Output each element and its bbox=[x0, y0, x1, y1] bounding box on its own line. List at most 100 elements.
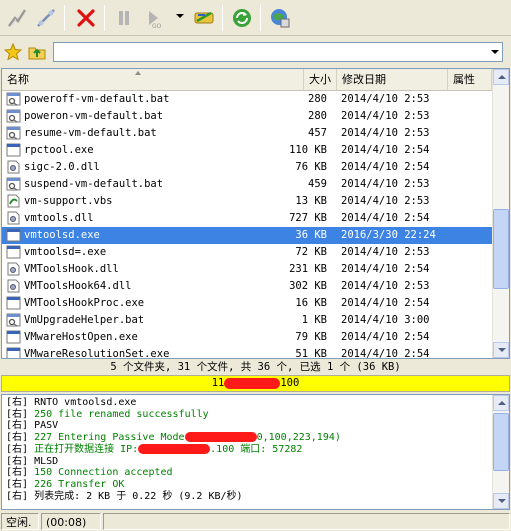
redaction-mark bbox=[138, 443, 211, 454]
elapsed-time: (00:08) bbox=[41, 513, 101, 530]
log-line: [右] 150 Connection accepted bbox=[6, 467, 173, 479]
exe-file-icon bbox=[6, 245, 21, 259]
svg-text:GO: GO bbox=[152, 23, 162, 29]
file-size: 459 bbox=[308, 178, 327, 190]
transfer-icon[interactable] bbox=[190, 4, 218, 32]
file-name: VMToolsHook64.dll bbox=[24, 280, 132, 292]
file-size: 51 KB bbox=[295, 348, 327, 358]
bat-file-icon bbox=[6, 177, 21, 191]
refresh-icon[interactable] bbox=[228, 4, 256, 32]
exe-file-icon bbox=[6, 296, 21, 310]
file-size: 231 KB bbox=[289, 263, 327, 275]
dll-file-icon bbox=[6, 160, 21, 174]
file-row[interactable]: vmtools.dll 727 KB 2014/4/10 2:54 bbox=[2, 210, 492, 227]
column-date[interactable]: 修改日期 bbox=[337, 69, 448, 90]
vbs-file-icon bbox=[6, 194, 21, 208]
file-size: 16 KB bbox=[295, 297, 327, 309]
redaction-mark bbox=[184, 432, 257, 443]
file-date: 2014/4/10 2:54 bbox=[341, 348, 430, 358]
file-row[interactable]: VMwareResolutionSet.exe 51 KB 2014/4/10 2:… bbox=[2, 346, 492, 358]
file-row[interactable]: vmtoolsd=.exe 72 KB 2014/4/10 2:53 bbox=[2, 244, 492, 261]
file-name: vmtoolsd.exe bbox=[24, 229, 100, 241]
connect-icon[interactable] bbox=[3, 4, 31, 32]
file-date: 2014/4/10 2:53 bbox=[341, 110, 430, 122]
connection-state: 空闲. bbox=[1, 513, 39, 530]
column-attr[interactable]: 属性 bbox=[448, 69, 492, 90]
file-row[interactable]: sigc-2.0.dll 76 KB 2014/4/10 2:54 bbox=[2, 159, 492, 176]
file-name: vm-support.vbs bbox=[24, 195, 113, 207]
file-name: VMToolsHookProc.exe bbox=[24, 297, 145, 309]
file-name: poweroff-vm-default.bat bbox=[24, 93, 170, 105]
file-date: 2014/4/10 3:00 bbox=[341, 314, 430, 326]
disconnect-icon[interactable] bbox=[32, 4, 60, 32]
log-line: [右] 227 Entering Passive Mode 0,100,223,1… bbox=[6, 432, 341, 444]
column-name[interactable]: 名称 bbox=[2, 69, 304, 90]
file-row[interactable]: vm-support.vbs 13 KB 2014/4/10 2:53 bbox=[2, 193, 492, 210]
address-bar bbox=[0, 37, 511, 67]
file-date: 2014/4/10 2:53 bbox=[341, 178, 430, 190]
scroll-down-button[interactable] bbox=[493, 493, 509, 509]
file-rows: poweroff-vm-default.bat 280 2014/4/10 2:53… bbox=[2, 91, 492, 358]
file-size: 727 KB bbox=[289, 212, 327, 224]
pause-icon[interactable] bbox=[110, 4, 138, 32]
log-line: [右] MLSD bbox=[6, 455, 59, 467]
scroll-up-button[interactable] bbox=[493, 69, 509, 85]
log-panel: [右] RNTO vmtoolsd.exe [右] 250 file rename… bbox=[1, 394, 510, 510]
file-row[interactable]: VMToolsHook64.dll 302 KB 2014/4/10 2:53 bbox=[2, 278, 492, 295]
file-date: 2014/4/10 2:53 bbox=[341, 127, 430, 139]
chevron-down-icon[interactable] bbox=[491, 50, 499, 54]
file-date: 2014/4/10 2:54 bbox=[341, 161, 430, 173]
scroll-thumb[interactable] bbox=[493, 209, 509, 289]
file-row[interactable]: rpctool.exe 110 KB 2014/4/10 2:54 bbox=[2, 142, 492, 159]
file-date: 2014/4/10 2:53 bbox=[341, 195, 430, 207]
file-date: 2014/4/10 2:53 bbox=[341, 246, 430, 258]
site-icon[interactable] bbox=[266, 4, 294, 32]
stop-icon[interactable] bbox=[72, 4, 100, 32]
log-scrollbar[interactable] bbox=[492, 395, 509, 509]
file-date: 2014/4/10 2:53 bbox=[341, 93, 430, 105]
file-row[interactable]: suspend-vm-default.bat 459 2014/4/10 2:53 bbox=[2, 176, 492, 193]
dll-file-icon bbox=[6, 211, 21, 225]
log-line: [右] 列表完成: 2 KB 于 0.22 秒 (9.2 KB/秒) bbox=[6, 490, 243, 502]
file-date: 2014/4/10 2:54 bbox=[341, 144, 430, 156]
scroll-down-button[interactable] bbox=[493, 342, 509, 358]
file-name: VMwareHostOpen.exe bbox=[24, 331, 138, 343]
status-footer: 空闲. (00:08) bbox=[0, 511, 511, 531]
file-date: 2014/4/10 2:54 bbox=[341, 331, 430, 343]
file-row[interactable]: resume-vm-default.bat 457 2014/4/10 2:53 bbox=[2, 125, 492, 142]
parent-folder-icon[interactable] bbox=[27, 42, 47, 62]
file-name: resume-vm-default.bat bbox=[24, 127, 157, 139]
file-row[interactable]: poweron-vm-default.bat 280 2014/4/10 2:53 bbox=[2, 108, 492, 125]
file-size: 13 KB bbox=[295, 195, 327, 207]
toolbar: GO bbox=[0, 0, 511, 36]
file-row[interactable]: VMToolsHook.dll 231 KB 2014/4/10 2:54 bbox=[2, 261, 492, 278]
exe-file-icon bbox=[6, 143, 21, 157]
file-name: rpctool.exe bbox=[24, 144, 94, 156]
log-line: [右] RNTO vmtoolsd.exe bbox=[6, 397, 137, 408]
file-date: 2014/4/10 2:53 bbox=[341, 280, 430, 292]
file-row[interactable]: vmtoolsd.exe 36 KB 2016/3/30 22:24 bbox=[2, 227, 492, 244]
transfer-status-bar: 11 100 bbox=[1, 375, 510, 392]
scroll-thumb[interactable] bbox=[493, 413, 509, 471]
file-size: 72 KB bbox=[295, 246, 327, 258]
bat-file-icon bbox=[6, 109, 21, 123]
chevron-down-icon[interactable] bbox=[176, 14, 184, 18]
file-row[interactable]: VMwareHostOpen.exe 79 KB 2014/4/10 2:54 bbox=[2, 329, 492, 346]
file-row[interactable]: poweroff-vm-default.bat 280 2014/4/10 2:53 bbox=[2, 91, 492, 108]
file-row[interactable]: VMToolsHookProc.exe 16 KB 2014/4/10 2:54 bbox=[2, 295, 492, 312]
file-list-scrollbar[interactable] bbox=[492, 69, 509, 358]
exe-file-icon bbox=[6, 228, 21, 242]
favorite-star-icon[interactable] bbox=[3, 42, 23, 61]
exe-file-icon bbox=[6, 330, 21, 344]
column-size[interactable]: 大小 bbox=[304, 69, 337, 90]
log-line: [右] PASV bbox=[6, 420, 59, 432]
skip-icon[interactable]: GO bbox=[140, 4, 168, 32]
file-date: 2014/4/10 2:54 bbox=[341, 263, 430, 275]
file-date: 2016/3/30 22:24 bbox=[341, 229, 436, 241]
file-size: 36 KB bbox=[295, 229, 327, 241]
scroll-up-button[interactable] bbox=[493, 395, 509, 411]
file-size: 110 KB bbox=[289, 144, 327, 156]
file-row[interactable]: VmUpgradeHelper.bat 1 KB 2014/4/10 3:00 bbox=[2, 312, 492, 329]
file-size: 76 KB bbox=[295, 161, 327, 173]
path-input[interactable] bbox=[53, 42, 503, 62]
